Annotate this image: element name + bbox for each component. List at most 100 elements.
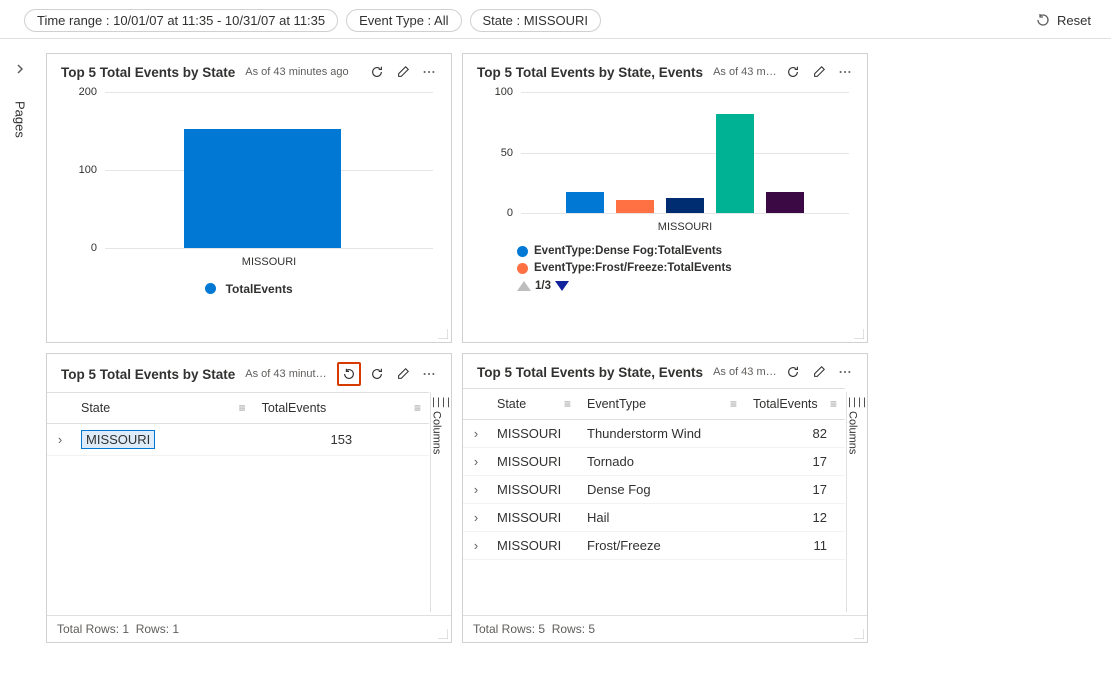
cell-total: 11: [745, 532, 845, 560]
table-footer: Total Rows: 1 Rows: 1: [47, 615, 451, 642]
results-table: State≡ EventType≡ TotalEvents≡ ›MISSOURI…: [463, 388, 867, 615]
resize-handle-icon[interactable]: [854, 629, 864, 639]
table-row[interactable]: ›MISSOURIFrost/Freeze11: [463, 532, 845, 560]
cell-state: MISSOURI: [489, 476, 579, 504]
expand-row-icon[interactable]: ›: [463, 420, 489, 448]
cell-eventtype: Dense Fog: [579, 476, 745, 504]
table-footer: Total Rows: 5 Rows: 5: [463, 615, 867, 642]
y-axis: 200 100 0: [61, 92, 101, 248]
edit-icon[interactable]: [809, 62, 829, 82]
y-tick: 100: [79, 164, 97, 176]
tile-title: Top 5 Total Events by State, Events: [477, 65, 703, 80]
table-row[interactable]: ›MISSOURIThunderstorm Wind82: [463, 420, 845, 448]
reset-button[interactable]: Reset: [1027, 8, 1099, 32]
chart-legend: TotalEvents: [61, 272, 437, 304]
more-icon[interactable]: [419, 364, 439, 384]
edit-icon[interactable]: [809, 362, 829, 382]
y-tick: 0: [91, 242, 97, 254]
expand-row-icon[interactable]: ›: [463, 532, 489, 560]
cell-eventtype: Tornado: [579, 448, 745, 476]
cell-total: 17: [745, 448, 845, 476]
cell-eventtype: Frost/Freeze: [579, 532, 745, 560]
column-menu-icon[interactable]: ≡: [239, 401, 246, 415]
cell-state: MISSOURI: [489, 504, 579, 532]
bar-hail[interactable]: [666, 198, 704, 213]
refresh-icon[interactable]: [783, 362, 803, 382]
chart-legend: EventType:Dense Fog:TotalEvents EventTyp…: [477, 237, 853, 278]
cell-total: 153: [254, 424, 429, 456]
columns-icon: ||||: [846, 398, 866, 408]
columns-panel-toggle[interactable]: |||| Columns: [846, 392, 866, 612]
legend-pager: 1/3: [477, 278, 853, 292]
bar-missouri[interactable]: [184, 129, 341, 248]
bar-dense-fog[interactable]: [566, 192, 604, 213]
table-row[interactable]: › MISSOURI 153: [47, 424, 429, 456]
more-icon[interactable]: [835, 362, 855, 382]
cell-eventtype: Thunderstorm Wind: [579, 420, 745, 448]
more-icon[interactable]: [835, 62, 855, 82]
table-row[interactable]: ›MISSOURIHail12: [463, 504, 845, 532]
filter-state[interactable]: State : MISSOURI: [470, 9, 601, 32]
asof-label: As of 43 minu…: [713, 66, 777, 78]
edit-icon[interactable]: [393, 62, 413, 82]
column-menu-icon[interactable]: ≡: [730, 397, 737, 411]
refresh-icon[interactable]: [367, 62, 387, 82]
columns-panel-toggle[interactable]: |||| Columns: [430, 392, 450, 612]
reset-icon[interactable]: [337, 362, 361, 386]
y-tick: 100: [495, 86, 513, 98]
asof-label: As of 43 minutes …: [245, 368, 331, 380]
col-state[interactable]: State≡: [489, 389, 579, 420]
reset-label: Reset: [1057, 13, 1091, 28]
column-menu-icon[interactable]: ≡: [414, 401, 421, 415]
pages-sidebar: Pages: [0, 39, 40, 643]
cell-eventtype: Hail: [579, 504, 745, 532]
col-eventtype[interactable]: EventType≡: [579, 389, 745, 420]
cell-state: MISSOURI: [489, 448, 579, 476]
asof-label: As of 43 minu…: [713, 366, 777, 378]
pages-label[interactable]: Pages: [13, 101, 28, 138]
table-row[interactable]: ›MISSOURIDense Fog17: [463, 476, 845, 504]
resize-handle-icon[interactable]: [854, 329, 864, 339]
edit-icon[interactable]: [393, 364, 413, 384]
table-row[interactable]: ›MISSOURITornado17: [463, 448, 845, 476]
y-tick: 50: [501, 147, 513, 159]
legend-swatch: [205, 283, 216, 294]
tile-top5-by-state-events-table: Top 5 Total Events by State, Events As o…: [462, 353, 868, 643]
tile-title: Top 5 Total Events by State: [61, 367, 235, 382]
y-axis: 100 50 0: [477, 92, 517, 213]
y-tick: 0: [507, 207, 513, 219]
expand-row-icon[interactable]: ›: [463, 448, 489, 476]
legend-swatch: [517, 263, 528, 274]
chart-area: 100 50 0: [463, 88, 867, 342]
col-state[interactable]: State≡: [73, 393, 254, 424]
tile-top5-by-state-chart: Top 5 Total Events by State As of 43 min…: [46, 53, 452, 343]
cell-total: 17: [745, 476, 845, 504]
expand-row-icon[interactable]: ›: [47, 424, 73, 456]
bar-frost-freeze[interactable]: [616, 200, 654, 213]
bar-tornado[interactable]: [766, 192, 804, 213]
column-menu-icon[interactable]: ≡: [564, 397, 571, 411]
filter-time-range[interactable]: Time range : 10/01/07 at 11:35 - 10/31/0…: [24, 9, 338, 32]
more-icon[interactable]: [419, 62, 439, 82]
pager-prev-icon[interactable]: [517, 281, 531, 291]
resize-handle-icon[interactable]: [438, 329, 448, 339]
col-total[interactable]: TotalEvents≡: [254, 393, 429, 424]
cell-total: 12: [745, 504, 845, 532]
cell-state[interactable]: MISSOURI: [81, 430, 155, 449]
filter-bar: Time range : 10/01/07 at 11:35 - 10/31/0…: [0, 0, 1111, 39]
refresh-icon[interactable]: [783, 62, 803, 82]
x-category-label: MISSOURI: [521, 221, 849, 233]
filter-event-type[interactable]: Event Type : All: [346, 9, 461, 32]
column-menu-icon[interactable]: ≡: [830, 397, 837, 411]
refresh-icon[interactable]: [367, 364, 387, 384]
resize-handle-icon[interactable]: [438, 629, 448, 639]
chart-area: 200 100 0 MISSOURI TotalEvents: [47, 88, 451, 342]
expand-row-icon[interactable]: ›: [463, 476, 489, 504]
cell-total: 82: [745, 420, 845, 448]
pager-next-icon[interactable]: [555, 281, 569, 291]
pager-label: 1/3: [535, 280, 551, 292]
expand-row-icon[interactable]: ›: [463, 504, 489, 532]
chevron-right-icon[interactable]: [10, 59, 30, 79]
bar-thunderstorm-wind[interactable]: [716, 114, 754, 213]
col-total[interactable]: TotalEvents≡: [745, 389, 845, 420]
